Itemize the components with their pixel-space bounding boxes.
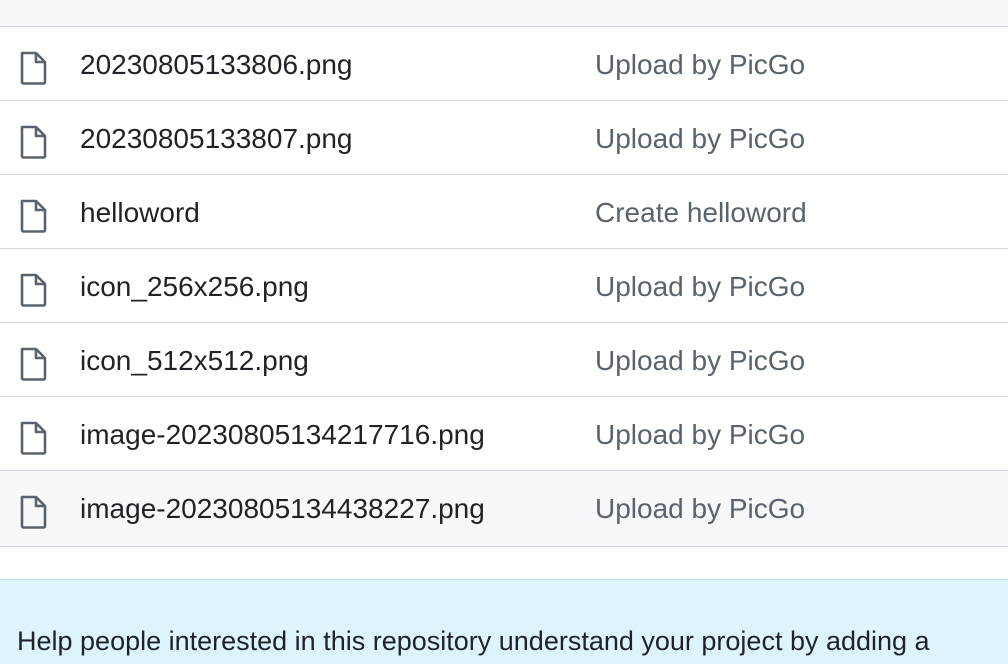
- file-icon: [19, 347, 47, 381]
- file-icon: [19, 125, 47, 159]
- commit-message-link[interactable]: Upload by PicGo: [595, 101, 805, 174]
- file-row[interactable]: icon_512x512.png Upload by PicGo: [0, 323, 1008, 397]
- file-row[interactable]: image-20230805134438227.png Upload by Pi…: [0, 471, 1008, 547]
- commit-message-link[interactable]: Upload by PicGo: [595, 249, 805, 322]
- file-name-link[interactable]: 20230805133807.png: [80, 101, 353, 174]
- file-name-link[interactable]: helloword: [80, 175, 200, 248]
- commit-message-link[interactable]: Upload by PicGo: [595, 471, 805, 544]
- file-name-link[interactable]: icon_256x256.png: [80, 249, 309, 322]
- file-list: 20230805133806.png Upload by PicGo 20230…: [0, 27, 1008, 547]
- spacer: [0, 547, 1008, 579]
- commit-message-link[interactable]: Upload by PicGo: [595, 27, 805, 100]
- file-row[interactable]: helloword Create helloword: [0, 175, 1008, 249]
- file-icon: [19, 421, 47, 455]
- file-name-link[interactable]: 20230805133806.png: [80, 27, 353, 100]
- commit-message-link[interactable]: Upload by PicGo: [595, 323, 805, 396]
- readme-banner-text: Help people interested in this repositor…: [17, 626, 930, 656]
- file-name-link[interactable]: image-20230805134217716.png: [80, 397, 485, 470]
- commit-message-link[interactable]: Upload by PicGo: [595, 397, 805, 470]
- file-name-link[interactable]: image-20230805134438227.png: [80, 471, 485, 544]
- file-icon: [19, 273, 47, 307]
- file-row[interactable]: image-20230805134217716.png Upload by Pi…: [0, 397, 1008, 471]
- file-icon: [19, 199, 47, 233]
- file-list-header: [0, 0, 1008, 27]
- file-name-link[interactable]: icon_512x512.png: [80, 323, 309, 396]
- file-icon: [19, 51, 47, 85]
- commit-message-link[interactable]: Create helloword: [595, 175, 807, 248]
- repository-file-browser: 20230805133806.png Upload by PicGo 20230…: [0, 0, 1008, 664]
- file-row[interactable]: 20230805133806.png Upload by PicGo: [0, 27, 1008, 101]
- add-readme-banner: Help people interested in this repositor…: [0, 579, 1008, 664]
- file-row[interactable]: icon_256x256.png Upload by PicGo: [0, 249, 1008, 323]
- file-row[interactable]: 20230805133807.png Upload by PicGo: [0, 101, 1008, 175]
- file-icon: [19, 495, 47, 529]
